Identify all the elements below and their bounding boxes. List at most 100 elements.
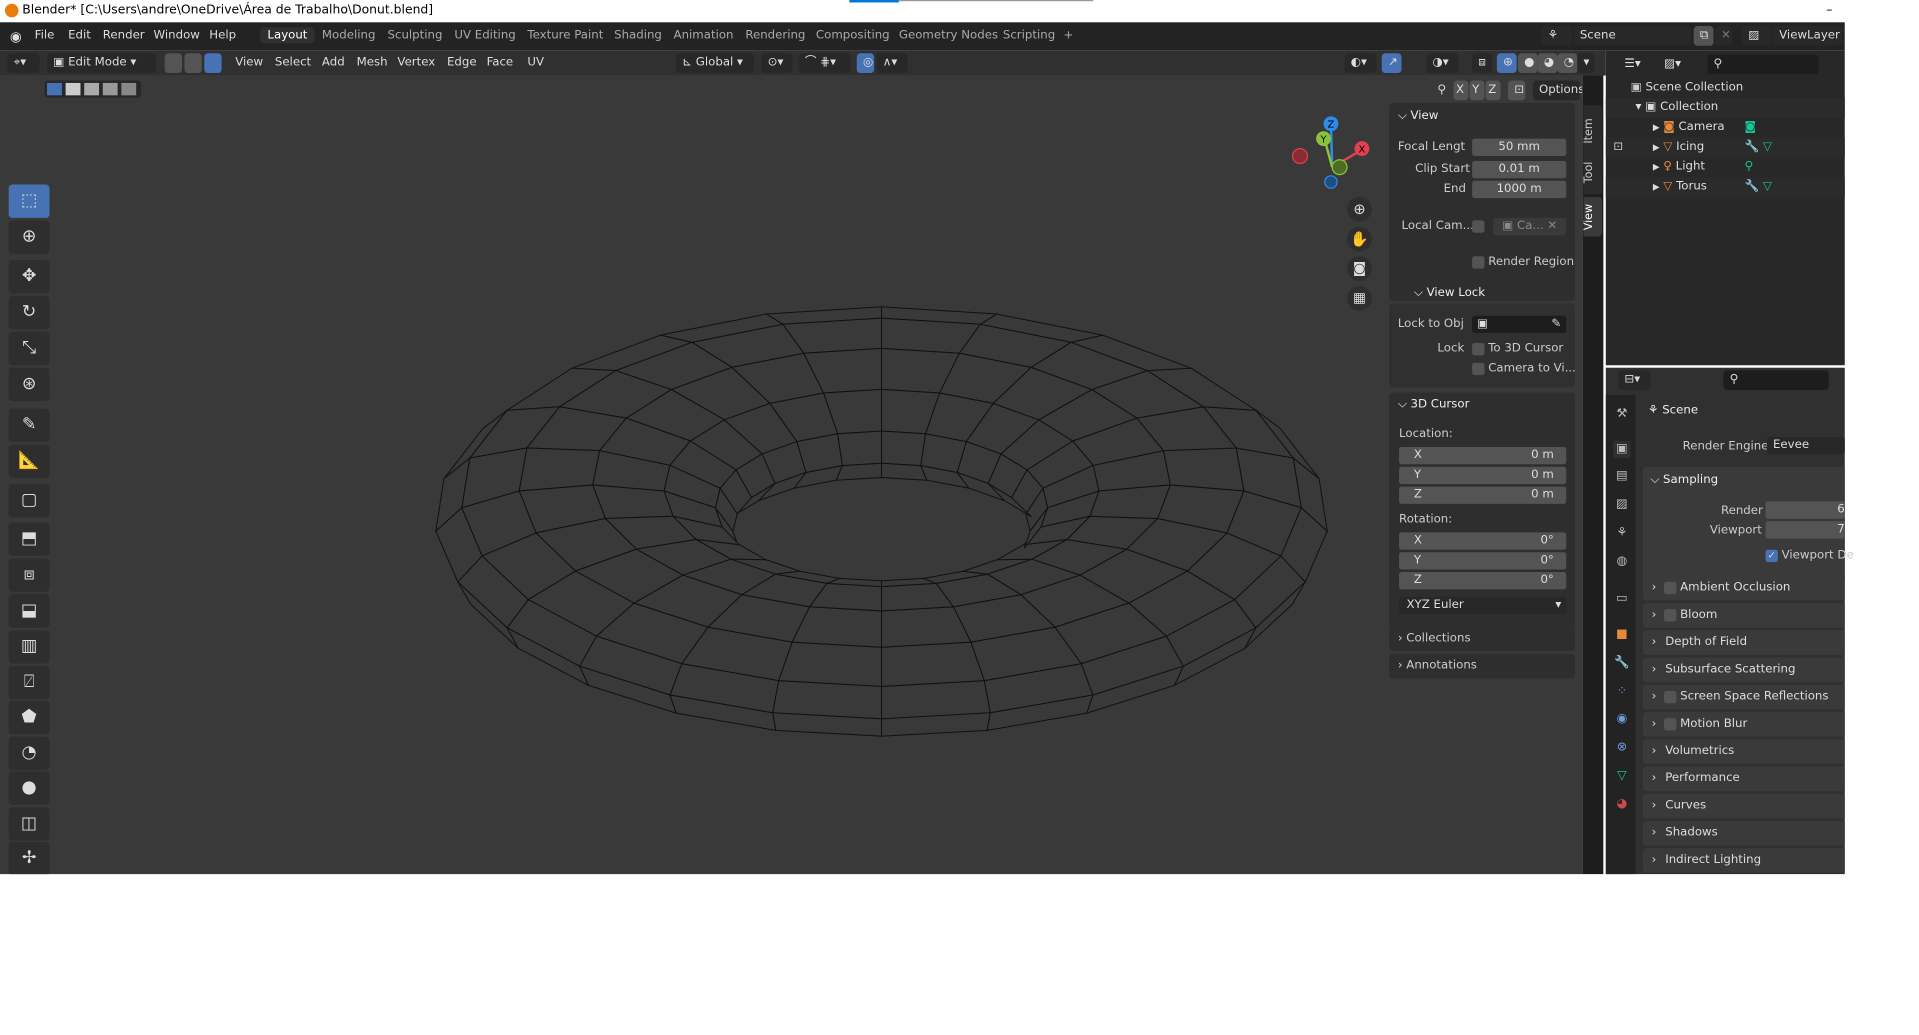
xray-icon[interactable]: ⧈	[1472, 53, 1492, 74]
panel-depth-of-field[interactable]: › Depth of Field	[1642, 630, 1845, 655]
expand-arrow-icon[interactable]: ▶	[1653, 162, 1660, 172]
inset-icon[interactable]: ⧈	[8, 558, 50, 592]
transform-icon[interactable]: ⊛	[8, 367, 50, 402]
mirror-y-toggle[interactable]: Y	[1469, 80, 1485, 101]
cursor-icon[interactable]: ⊕	[8, 220, 50, 254]
camera-view-icon[interactable]: ◙	[1347, 256, 1372, 282]
tab-workspace-uv-editing[interactable]: UV Editing	[447, 27, 523, 43]
menu-edit[interactable]: Edit	[68, 28, 91, 42]
move-icon[interactable]: ✥	[8, 260, 50, 294]
outliner-scene-collection[interactable]: ▣ Scene Collection	[1606, 78, 1845, 98]
eyedropper-icon[interactable]: ✎	[1551, 316, 1561, 333]
properties-tab-data-icon[interactable]: ▽	[1613, 768, 1630, 785]
outliner-collection[interactable]: ▾ ▣ Collection	[1605, 97, 1845, 118]
new-scene-icon[interactable]: ⧉	[1693, 26, 1714, 46]
cursor-location-z-field[interactable]: Z 0 m	[1399, 486, 1567, 504]
tab-workspace-shading[interactable]: Shading	[607, 27, 670, 43]
properties-tab-world-icon[interactable]: ◍	[1613, 553, 1630, 570]
edge-slide-icon[interactable]: ◫	[8, 807, 50, 841]
properties-tab-modifier-icon[interactable]: 🔧	[1613, 655, 1630, 672]
mode-dropdown[interactable]: ▣ Edit Mode ▾	[47, 53, 157, 74]
lock-to-cursor-checkbox[interactable]	[1472, 342, 1485, 356]
viewport-samples-field[interactable]: 7	[1765, 521, 1845, 539]
scene-selector-icon[interactable]: ⚘	[1541, 26, 1573, 46]
menu-window[interactable]: Window	[154, 28, 200, 42]
properties-tab-object-icon[interactable]: ■	[1613, 626, 1630, 643]
shrink-fatten-icon[interactable]: ✢	[8, 841, 50, 875]
local-camera-field[interactable]: ▣ Ca... ✕	[1493, 217, 1567, 236]
mirror-x-toggle[interactable]: X	[1453, 80, 1469, 101]
outliner-item-torus[interactable]: ▶ ▽ Torus 🔧 ▽	[1605, 177, 1845, 197]
bevel-icon[interactable]: ⬓	[8, 594, 50, 628]
outliner-filter-icon[interactable]: ⊡	[1613, 140, 1623, 154]
knife-icon[interactable]: ⍁	[8, 666, 50, 700]
outliner-search-input[interactable]: ⚲	[1707, 54, 1819, 75]
header-menu-edge[interactable]: Edge	[441, 53, 483, 73]
properties-editor-type-icon[interactable]: ⊟▾	[1618, 370, 1651, 391]
lock-object-field[interactable]: ▣ ✎	[1472, 315, 1567, 334]
annotate-icon[interactable]: ✎	[8, 408, 50, 443]
solid-shading-icon[interactable]: ●	[1517, 53, 1538, 74]
select-new-icon[interactable]	[47, 82, 62, 96]
tab-workspace-texture-paint[interactable]: Texture Paint	[520, 27, 611, 43]
tab-workspace-scripting[interactable]: Scripting	[995, 27, 1062, 43]
header-menu-face[interactable]: Face	[480, 53, 519, 73]
outliner-editor-type-icon[interactable]: ☰▾	[1618, 54, 1651, 75]
poly-build-icon[interactable]: ⬟	[8, 700, 50, 735]
wireframe-shading-icon[interactable]: ⊕	[1496, 53, 1517, 74]
header-menu-view[interactable]: View	[229, 53, 269, 73]
properties-tab-material-icon[interactable]: ◕	[1613, 796, 1630, 813]
minimize-button[interactable]: –	[1826, 0, 1832, 22]
cursor-rotation-y-field[interactable]: Y 0°	[1399, 552, 1567, 570]
camera-to-view-checkbox[interactable]	[1472, 362, 1485, 376]
select-subtract-icon[interactable]	[84, 82, 100, 96]
properties-tab-tool-icon[interactable]: ⚒	[1613, 406, 1630, 423]
rotation-mode-dropdown[interactable]: XYZ Euler ▾	[1399, 596, 1567, 615]
properties-tab-render-icon[interactable]: ▣	[1613, 440, 1631, 459]
menu-help[interactable]: Help	[209, 28, 236, 42]
header-menu-uv[interactable]: UV	[521, 53, 550, 73]
pan-hand-icon[interactable]: ✋	[1347, 226, 1372, 252]
panel-motion-blur[interactable]: › Motion Blur	[1642, 711, 1845, 737]
panel-indirect-lighting[interactable]: › Indirect Lighting	[1642, 848, 1845, 873]
tab-workspace--[interactable]: +	[1056, 27, 1081, 43]
3d-viewport[interactable]: ⚲ X Y Z ⊡ Options ▾ ⬚⊕✥↻⤡⊛✎📐▢⬒⧈⬓▥⍁⬟◔●◫✢▰…	[0, 75, 1583, 875]
mirror-z-toggle[interactable]: Z	[1485, 80, 1501, 101]
edge-select-icon[interactable]	[184, 53, 202, 74]
tab-tool[interactable]: Tool	[1583, 149, 1603, 195]
expand-arrow-icon[interactable]: ▶	[1653, 123, 1660, 133]
annotations-section[interactable]: › Annotations	[1389, 653, 1575, 679]
loop-cut-icon[interactable]: ▥	[8, 630, 50, 664]
properties-tab-output-icon[interactable]: ▤	[1613, 468, 1630, 485]
outliner-item-icing[interactable]: ▶ ▽ Icing 🔧 ▽	[1605, 137, 1845, 158]
3d-cursor-header[interactable]: ⌵ 3D Cursor	[1398, 397, 1470, 411]
render-samples-field[interactable]: 6	[1765, 501, 1845, 519]
topology-mirror-icon[interactable]: ⊡	[1508, 80, 1526, 101]
menu-render[interactable]: Render	[103, 28, 145, 42]
cursor-rotation-x-field[interactable]: X 0°	[1399, 532, 1567, 550]
select-box-icon[interactable]: ⬚	[8, 184, 50, 218]
tab-workspace-rendering[interactable]: Rendering	[738, 27, 813, 43]
expand-arrow-icon[interactable]: ▶	[1653, 142, 1660, 152]
wrench-modifier-icon[interactable]: 🔧 ▽	[1744, 177, 1771, 197]
perspective-toggle-icon[interactable]: ▦	[1347, 286, 1372, 311]
scene-name-field[interactable]: Scene	[1573, 26, 1692, 46]
clip-start-field[interactable]: 0.01 m	[1472, 160, 1567, 179]
gizmo-toggle-icon[interactable]: ↗	[1381, 53, 1402, 74]
falloff-icon[interactable]: ∧▾	[876, 53, 908, 74]
select-invert-icon[interactable]	[102, 82, 118, 96]
tab-workspace-compositing[interactable]: Compositing	[808, 27, 897, 43]
panel-enable-checkbox[interactable]	[1664, 690, 1677, 704]
display-mode-icon[interactable]: ▨▾	[1657, 54, 1691, 75]
focal-length-field[interactable]: 50 mm	[1472, 138, 1567, 157]
orientation-dropdown[interactable]: ⊾ Global ▾	[676, 53, 755, 74]
material-shading-icon[interactable]: ◕	[1537, 53, 1558, 74]
select-extend-icon[interactable]	[65, 82, 81, 96]
panel-enable-checkbox[interactable]	[1664, 718, 1677, 731]
properties-tab-particles-icon[interactable]: ⁘	[1613, 683, 1630, 700]
snap-icon[interactable]: ⌒ ⋕▾	[798, 53, 851, 74]
panel-bloom[interactable]: › Bloom	[1642, 602, 1845, 628]
overlay-icon[interactable]: ◑▾	[1426, 53, 1459, 74]
properties-tab-physics-icon[interactable]: ◉	[1613, 711, 1630, 728]
panel-curves[interactable]: › Curves	[1642, 793, 1845, 819]
